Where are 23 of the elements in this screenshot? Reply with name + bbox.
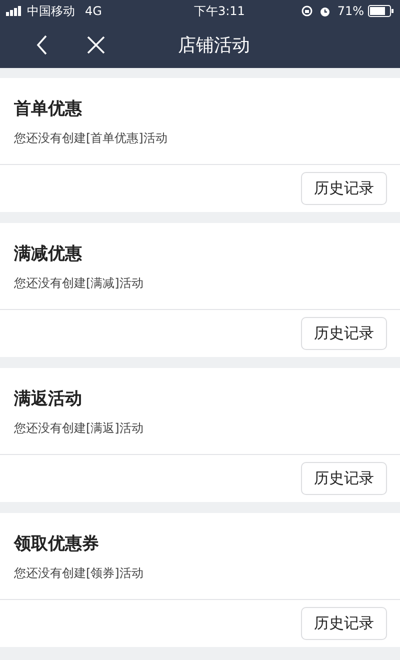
battery-icon bbox=[368, 5, 394, 17]
activity-title: 领取优惠券 bbox=[14, 533, 100, 555]
history-button[interactable]: 历史记录 bbox=[301, 317, 387, 350]
activity-title: 首单优惠 bbox=[14, 98, 83, 120]
activity-description: 您还没有创建[首单优惠]活动 bbox=[14, 130, 168, 147]
back-icon bbox=[36, 35, 48, 55]
history-button[interactable]: 历史记录 bbox=[301, 172, 387, 205]
battery-percent: 71% bbox=[337, 3, 364, 20]
close-icon bbox=[87, 36, 105, 54]
page-title: 店铺活动 bbox=[178, 34, 250, 58]
alarm-icon bbox=[319, 5, 332, 17]
network-label: 4G bbox=[85, 3, 102, 20]
rotation-lock-icon bbox=[301, 5, 314, 17]
activity-title: 满返活动 bbox=[14, 388, 83, 410]
signal-icon bbox=[6, 6, 24, 16]
activity-title: 满减优惠 bbox=[14, 243, 83, 265]
time-label: 下午3:11 bbox=[194, 3, 245, 20]
activity-description: 您还没有创建[满减]活动 bbox=[14, 275, 144, 292]
history-button[interactable]: 历史记录 bbox=[301, 607, 387, 640]
activity-description: 您还没有创建[领券]活动 bbox=[14, 565, 144, 582]
carrier-label: 中国移动 bbox=[27, 3, 75, 20]
history-button[interactable]: 历史记录 bbox=[301, 462, 387, 495]
activity-description: 您还没有创建[满返]活动 bbox=[14, 420, 144, 437]
